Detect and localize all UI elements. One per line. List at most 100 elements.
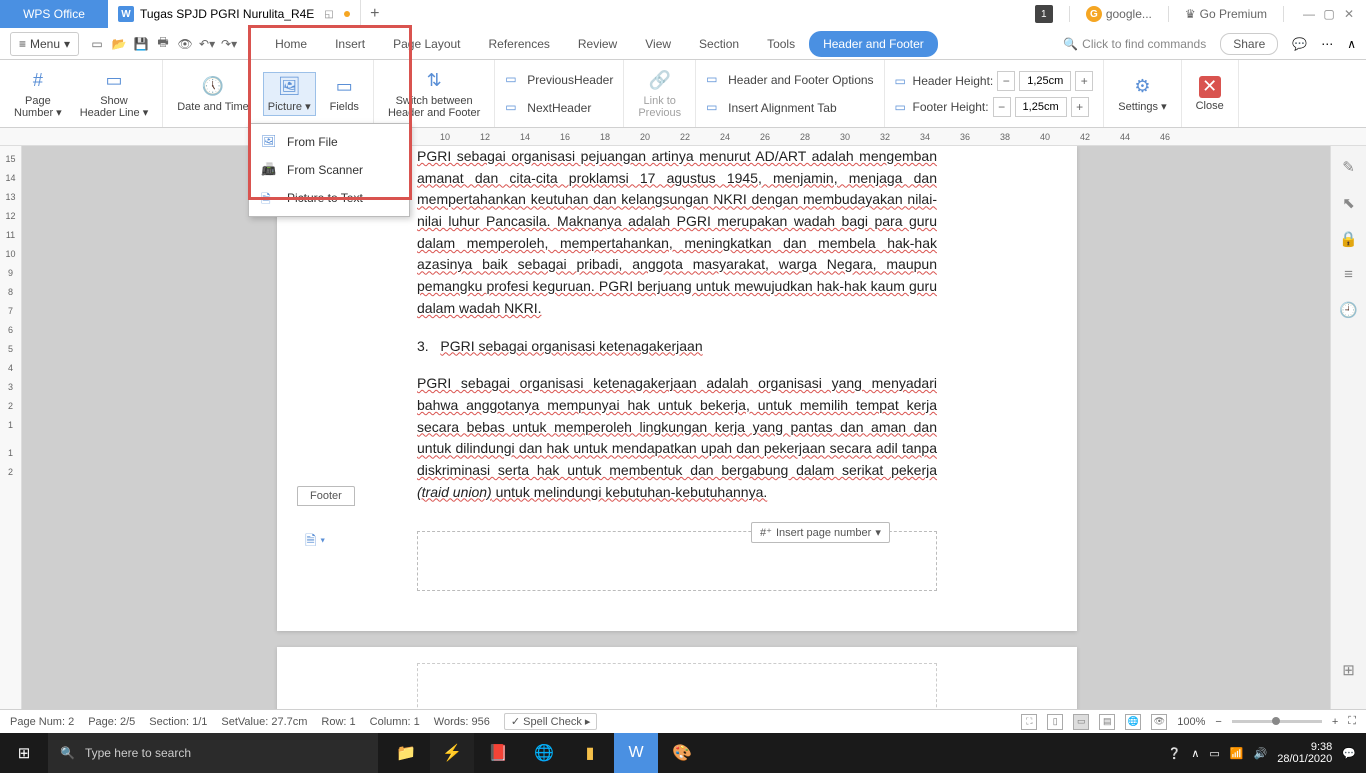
document-tab[interactable]: W Tugas SPJD PGRI Nurulita_R4E ◱: [108, 0, 361, 28]
minimize-button[interactable]: —: [1300, 5, 1318, 23]
battery-icon[interactable]: ▭: [1209, 747, 1219, 760]
zoom-out-button[interactable]: −: [1215, 716, 1221, 728]
dd-picture-to-text[interactable]: 🗎Picture to Text: [249, 184, 409, 212]
dd-from-scanner[interactable]: 📠From Scanner: [249, 156, 409, 184]
fit-page-icon[interactable]: ⛶: [1348, 715, 1356, 728]
fullscreen-icon[interactable]: ⛶: [1021, 714, 1037, 730]
wps-task-icon[interactable]: W: [614, 733, 658, 773]
tab-insert[interactable]: Insert: [321, 31, 379, 57]
date-time-button[interactable]: 🕔Date and Time: [173, 73, 253, 115]
tab-tools[interactable]: Tools: [753, 31, 809, 57]
tab-section[interactable]: Section: [685, 31, 753, 57]
sb-page-num[interactable]: Page Num: 2: [10, 716, 74, 728]
sb-section[interactable]: Section: 1/1: [149, 716, 207, 728]
sb-page[interactable]: Page: 2/5: [88, 716, 135, 728]
print-icon[interactable]: 🖶: [153, 34, 173, 54]
eye-icon[interactable]: 👁: [1151, 714, 1167, 730]
print-view-icon[interactable]: ▭: [1073, 714, 1089, 730]
tray-up-icon[interactable]: ∧: [1191, 747, 1199, 760]
go-premium-button[interactable]: ♛ Go Premium: [1185, 7, 1267, 21]
maximize-button[interactable]: ▢: [1320, 5, 1338, 23]
taskbar-search[interactable]: 🔍 Type here to search: [48, 733, 378, 773]
notification-badge[interactable]: 1: [1035, 5, 1053, 23]
properties-icon[interactable]: ⊞: [1342, 661, 1355, 679]
switch-hf-button[interactable]: ⇅Switch betweenHeader and Footer: [384, 67, 484, 121]
app2-icon[interactable]: 📕: [476, 733, 520, 773]
paragraph-icon[interactable]: ≡: [1344, 266, 1353, 283]
fh-minus-button[interactable]: −: [993, 97, 1011, 117]
menu-button[interactable]: ≡ Menu ▾: [10, 32, 79, 56]
command-search[interactable]: 🔍 Click to find commands: [1063, 37, 1206, 51]
app1-icon[interactable]: ⚡: [430, 733, 474, 773]
footer-page-icon[interactable]: 🗎 ▾: [305, 530, 325, 554]
select-icon[interactable]: ⬉: [1342, 194, 1355, 212]
zoom-value[interactable]: 100%: [1177, 716, 1205, 728]
document-body[interactable]: PGRI sebagai organisasi pejuangan artiny…: [327, 146, 1027, 503]
web-view-icon[interactable]: 🌐: [1125, 714, 1141, 730]
hf-options-button[interactable]: ▭Header and Footer Options: [706, 70, 873, 90]
new-icon[interactable]: ▭: [87, 34, 107, 54]
tab-review[interactable]: Review: [564, 31, 631, 57]
zoom-slider[interactable]: [1232, 720, 1322, 723]
next-header-button[interactable]: ▭NextHeader: [505, 98, 591, 118]
explorer-icon[interactable]: 📁: [384, 733, 428, 773]
tab-page-layout[interactable]: Page Layout: [379, 31, 474, 57]
footer-height-input[interactable]: [1015, 97, 1067, 117]
document-canvas[interactable]: PGRI sebagai organisasi pejuangan artiny…: [22, 146, 1330, 709]
zoom-in-button[interactable]: +: [1332, 716, 1338, 728]
paint-icon[interactable]: 🎨: [660, 733, 704, 773]
note-icon[interactable]: ▮: [568, 733, 612, 773]
sb-spell-check[interactable]: ✓ Spell Check ▸: [504, 713, 598, 730]
outline-view-icon[interactable]: ▤: [1099, 714, 1115, 730]
pencil-icon[interactable]: ✎: [1342, 158, 1355, 176]
align-tab-button[interactable]: ▭Insert Alignment Tab: [706, 98, 837, 118]
history-icon[interactable]: 🕘: [1339, 301, 1358, 319]
redo-icon[interactable]: ↷▾: [219, 34, 239, 54]
fields-button[interactable]: ▭Fields: [326, 73, 363, 115]
reading-view-icon[interactable]: ▯: [1047, 714, 1063, 730]
footer-area[interactable]: #⁺Insert page number ▾: [417, 531, 937, 591]
tab-references[interactable]: References: [475, 31, 564, 57]
picture-button[interactable]: 🖼Picture ▾: [263, 72, 316, 116]
chrome-icon[interactable]: 🌐: [522, 733, 566, 773]
header-area[interactable]: [417, 663, 937, 709]
more-icon[interactable]: ⋯: [1321, 37, 1333, 51]
settings-button[interactable]: ⚙Settings ▾: [1114, 73, 1170, 115]
share-button[interactable]: Share: [1220, 33, 1278, 55]
wifi-icon[interactable]: 📶: [1230, 747, 1244, 760]
previous-header-button[interactable]: ▭PreviousHeader: [505, 70, 613, 90]
start-button[interactable]: ⊞: [0, 733, 48, 773]
horizontal-ruler[interactable]: 2468101214161820222426283032343638404244…: [0, 128, 1366, 146]
header-height-input[interactable]: [1019, 71, 1071, 91]
sb-words[interactable]: Words: 956: [434, 716, 490, 728]
tab-header-footer[interactable]: Header and Footer: [809, 31, 938, 57]
lock-icon[interactable]: 🔒: [1339, 230, 1358, 248]
restore-icon[interactable]: ◱: [324, 9, 333, 20]
dd-from-file[interactable]: 🖼From File: [249, 128, 409, 156]
undo-icon[interactable]: ↶▾: [197, 34, 217, 54]
header-line-button[interactable]: ▭ShowHeader Line ▾: [76, 67, 153, 121]
google-account[interactable]: Ggoogle...: [1086, 6, 1152, 22]
help-icon[interactable]: ❔: [1168, 747, 1182, 760]
print-preview-icon[interactable]: 👁: [175, 34, 195, 54]
fh-plus-button[interactable]: +: [1071, 97, 1089, 117]
menu-bar: ≡ Menu ▾ ▭ 📂 💾 🖶 👁 ↶▾ ↷▾ Home Insert Pag…: [0, 28, 1366, 60]
vertical-ruler[interactable]: 15141312111098765432112: [0, 146, 22, 709]
insert-page-number-button[interactable]: #⁺Insert page number ▾: [751, 522, 890, 543]
page-number-button[interactable]: #PageNumber ▾: [10, 67, 66, 121]
save-icon[interactable]: 💾: [131, 34, 151, 54]
volume-icon[interactable]: 🔊: [1254, 747, 1268, 760]
collapse-ribbon-icon[interactable]: ∧: [1347, 37, 1356, 51]
hh-minus-button[interactable]: −: [997, 71, 1015, 91]
feedback-icon[interactable]: 💬: [1292, 37, 1307, 51]
close-window-button[interactable]: ✕: [1340, 5, 1358, 23]
hh-plus-button[interactable]: +: [1075, 71, 1093, 91]
tab-home[interactable]: Home: [261, 31, 321, 57]
clock[interactable]: 9:3828/01/2020: [1277, 741, 1332, 765]
open-icon[interactable]: 📂: [109, 34, 129, 54]
notifications-icon[interactable]: 💬: [1342, 747, 1356, 760]
unsaved-dot-icon: [344, 11, 350, 17]
new-tab-button[interactable]: +: [361, 5, 389, 23]
tab-view[interactable]: View: [631, 31, 685, 57]
close-hf-button[interactable]: ✕Close: [1192, 74, 1228, 114]
